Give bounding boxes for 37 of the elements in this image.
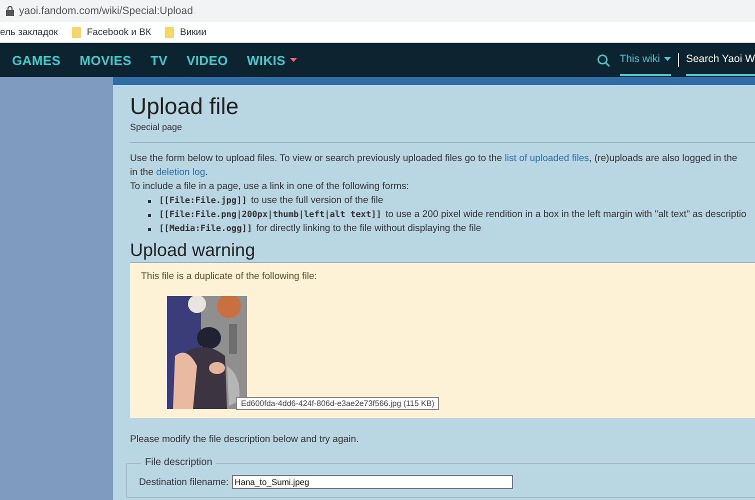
bookmark[interactable]: Викии bbox=[180, 26, 206, 38]
nav-item[interactable]: WIKIS bbox=[246, 52, 298, 68]
form-description: to use a 200 pixel wide rendition in a box in the left margin with "alt text" as descriptio bbox=[385, 208, 746, 222]
code-text: [[File:File.jpg]] bbox=[159, 195, 247, 208]
address-bar[interactable]: yaoi.fandom.com/wiki/Special:Upload bbox=[19, 5, 193, 17]
link[interactable]: deletion log bbox=[156, 167, 206, 178]
search-icon[interactable] bbox=[596, 54, 610, 66]
lock-icon bbox=[6, 6, 14, 16]
nav-item[interactable]: MOVIES bbox=[80, 52, 132, 68]
filename-field[interactable]: Hana_to_Sumi.jpeg bbox=[232, 475, 513, 489]
intro-text: Use the form below to upload files. To view or search previously uploaded files go to the list of uploaded files, (re)uploads are also logged in the bbox=[130, 152, 738, 166]
warning-message: This file is a duplicate of the following file: bbox=[141, 271, 318, 282]
nav-item[interactable]: VIDEO bbox=[186, 52, 228, 68]
form-description: for directly linking to the file without displaying the file bbox=[256, 222, 482, 236]
code-text: [[Media:File.ogg]] bbox=[159, 223, 252, 236]
form-description: to use the full version of the file bbox=[250, 194, 384, 208]
caret-icon bbox=[290, 58, 298, 62]
bullet bbox=[148, 228, 151, 230]
intro-text: To include a file in a page, use a link in one of the following forms: bbox=[130, 180, 410, 194]
caret-icon bbox=[664, 57, 671, 61]
bullet bbox=[148, 200, 151, 202]
folder-icon bbox=[165, 26, 174, 38]
tooltip: Ed600fda-4dd6-424f-806d-e3ae2e73f566.jpg (115 KB) bbox=[236, 397, 440, 410]
fieldset-legend: File description bbox=[141, 457, 216, 468]
folder-icon bbox=[72, 26, 81, 38]
bullet bbox=[148, 214, 151, 216]
field-label: Destination filename: bbox=[139, 476, 229, 488]
bookmark[interactable]: Facebook и ВК bbox=[86, 26, 151, 38]
nav-item[interactable]: GAMES bbox=[12, 52, 61, 68]
page-title: Upload file bbox=[130, 93, 240, 120]
intro-text: in the deletion log. bbox=[130, 166, 209, 180]
retry-message: Please modify the file description below and try again. bbox=[130, 434, 360, 445]
page-subtitle: Special page bbox=[130, 122, 184, 132]
code-text: [[File:File.png|200px|thumb|left|alt text]] bbox=[159, 209, 382, 222]
nav-item[interactable]: TV bbox=[150, 52, 168, 68]
link[interactable]: list of uploaded files bbox=[504, 153, 589, 164]
bookmarks-label[interactable]: ель закладок bbox=[0, 26, 58, 38]
